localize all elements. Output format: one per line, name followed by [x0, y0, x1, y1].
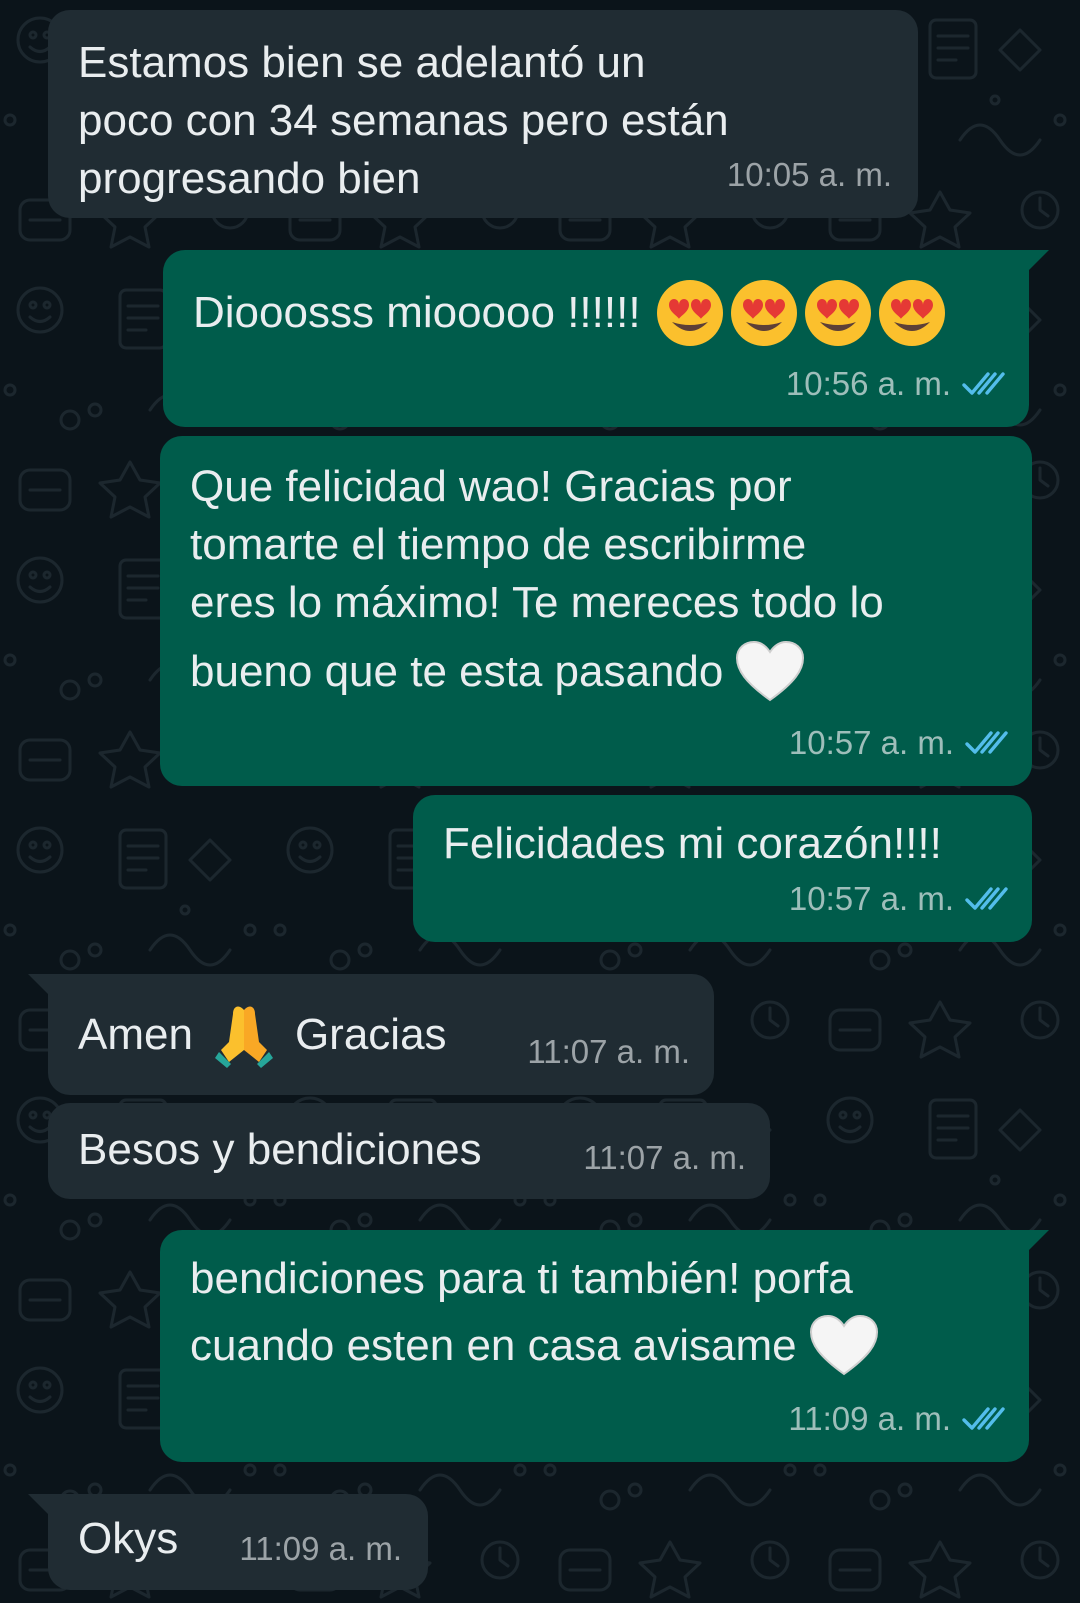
outgoing-message[interactable]: Felicidades mi corazón!!!! 10:57 a. m. — [413, 795, 1032, 942]
read-receipt-icon — [965, 731, 1008, 754]
message-text: Que felicidad wao! Gracias por tomarte e… — [190, 458, 884, 704]
message-line: Gracias — [294, 1010, 447, 1059]
incoming-message[interactable]: Okys 11:09 a. m. — [28, 1494, 428, 1590]
message-line: poco con 34 semanas pero están — [78, 96, 729, 145]
message-timestamp: 11:07 a. m. — [527, 1033, 690, 1070]
message-text: Diooosss miooooo !!!!!! — [193, 278, 947, 348]
message-timestamp: 10:56 a. m. — [786, 355, 1007, 413]
message-text: Okys — [78, 1510, 178, 1568]
outgoing-message[interactable]: bendiciones para ti también! porfa cuand… — [160, 1230, 1049, 1462]
message-timestamp: 10:57 a. m. — [789, 714, 1010, 772]
heart-eyes-emoji — [804, 280, 871, 346]
bubble-tail — [1023, 1230, 1049, 1256]
message-timestamp: 11:07 a. m. — [583, 1139, 746, 1176]
outgoing-message[interactable]: Que felicidad wao! Gracias por tomarte e… — [160, 436, 1032, 786]
message-line: cuando esten en casa avisame — [190, 1321, 797, 1370]
folded-hands-emoji — [214, 1006, 273, 1068]
message-timestamp: 11:09 a. m. — [788, 1390, 1007, 1448]
white-heart-emoji — [736, 640, 805, 702]
message-line: tomarte el tiempo de escribirme — [190, 520, 807, 569]
message-line: Okys — [78, 1514, 179, 1563]
incoming-message[interactable]: Amen Gracias 11:07 a. m. — [28, 974, 714, 1095]
message-line: bueno que te esta pasando — [190, 647, 724, 696]
outgoing-message[interactable]: Diooosss miooooo !!!!!! 10:56 a. m. — [163, 250, 1049, 427]
message-line: Que felicidad wao! Gracias por — [190, 462, 792, 511]
message-line: eres lo máximo! Te mereces todo lo — [190, 578, 884, 627]
heart-eyes-emoji — [730, 280, 797, 346]
message-timestamp: 11:09 a. m. — [239, 1530, 402, 1567]
message-line: bendiciones para ti también! porfa — [190, 1254, 853, 1303]
read-receipt-icon — [962, 372, 1005, 395]
message-line: progresando bien — [78, 154, 421, 203]
message-line: Felicidades mi corazón!!!! — [443, 819, 942, 868]
read-receipt-icon — [965, 887, 1008, 910]
read-receipt-icon — [962, 1407, 1005, 1430]
heart-eyes-emoji — [878, 280, 945, 346]
message-text: Amen Gracias — [78, 1002, 447, 1068]
message-line: Besos y bendiciones — [78, 1125, 482, 1174]
message-line: Estamos bien se adelantó un — [78, 38, 646, 87]
message-line: Amen — [78, 1010, 193, 1059]
bubble-tail — [28, 974, 54, 1000]
message-text: Estamos bien se adelantó un poco con 34 … — [78, 34, 729, 208]
message-timestamp: 10:05 a. m. — [726, 156, 892, 193]
message-line: Diooosss miooooo !!!!!! — [193, 288, 641, 337]
message-list[interactable]: Estamos bien se adelantó un poco con 34 … — [0, 0, 1080, 1603]
bubble-tail — [28, 1494, 54, 1520]
message-text: Besos y bendiciones — [78, 1121, 482, 1179]
heart-eyes-emoji — [656, 280, 723, 346]
message-text: Felicidades mi corazón!!!! — [443, 815, 942, 873]
incoming-message[interactable]: Besos y bendiciones 11:07 a. m. — [48, 1103, 770, 1199]
white-heart-emoji — [809, 1314, 878, 1376]
incoming-message[interactable]: Estamos bien se adelantó un poco con 34 … — [48, 10, 918, 218]
bubble-tail — [1023, 250, 1049, 276]
message-text: bendiciones para ti también! porfa cuand… — [190, 1250, 879, 1378]
message-timestamp: 10:57 a. m. — [789, 870, 1010, 928]
